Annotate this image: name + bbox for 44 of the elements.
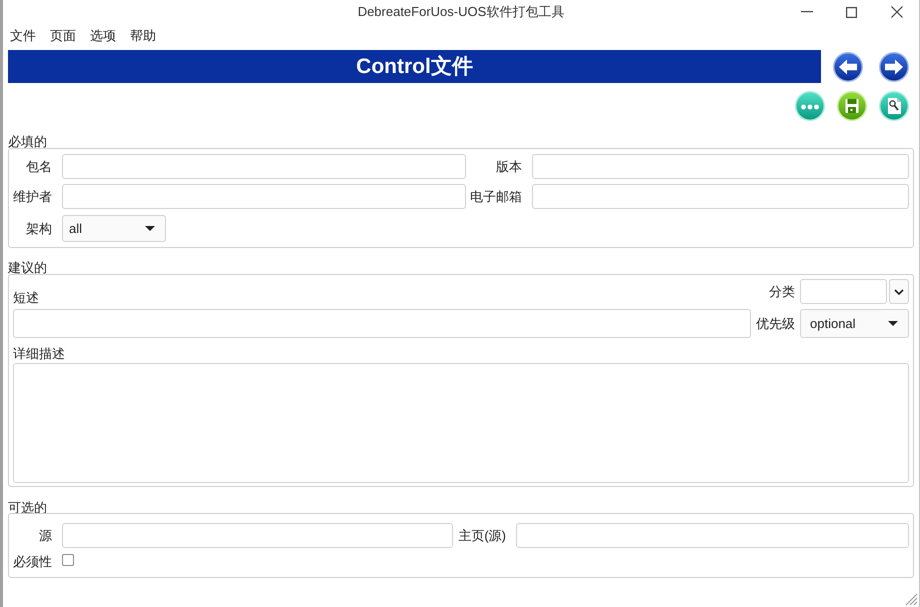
field-label: 主页(源) <box>458 528 506 544</box>
combo-field[interactable] <box>800 279 887 304</box>
save-icon[interactable] <box>837 91 867 121</box>
page-title-banner: Control文件 <box>8 50 821 83</box>
text-field[interactable] <box>532 154 909 179</box>
field-label: 架构 <box>26 220 52 236</box>
window-title: DebreateForUos-UOS软件打包工具 <box>358 4 564 20</box>
section-title: 建议的 <box>8 260 47 275</box>
right-arrow-icon[interactable] <box>879 52 909 82</box>
field-label: 版本 <box>496 158 522 174</box>
left-arrow-icon[interactable] <box>833 52 863 82</box>
document-search-icon[interactable] <box>879 91 909 121</box>
field-label: 源 <box>39 528 52 544</box>
chevron-down-icon <box>894 288 904 294</box>
text-field[interactable] <box>13 309 751 338</box>
menu-item[interactable]: 页面 <box>50 28 76 44</box>
menu-item[interactable]: 选项 <box>90 28 116 44</box>
menu-item[interactable]: 文件 <box>10 28 36 44</box>
text-field[interactable] <box>62 523 453 548</box>
field-label: 包名 <box>26 158 52 174</box>
caret-icon <box>145 226 155 231</box>
text-field[interactable] <box>62 154 466 179</box>
menu-item[interactable]: 帮助 <box>130 28 156 44</box>
section-title: 必填的 <box>8 134 47 149</box>
dropdown-button[interactable] <box>889 279 909 304</box>
text-field[interactable] <box>62 184 466 209</box>
more-icon[interactable] <box>795 91 825 121</box>
field-label: 详细描述 <box>13 346 65 362</box>
resize-grip-icon[interactable] <box>904 592 918 606</box>
maximize-icon[interactable] <box>846 6 857 18</box>
field-label: 必须性 <box>13 554 52 570</box>
close-icon[interactable] <box>890 6 902 18</box>
dropdown[interactable]: optional <box>800 309 909 338</box>
field-label: 维护者 <box>13 188 52 204</box>
field-label: 短述 <box>13 290 39 306</box>
field-label: 分类 <box>769 284 796 300</box>
text-field[interactable] <box>532 184 909 209</box>
minimize-icon[interactable] <box>800 11 812 13</box>
dropdown[interactable]: all <box>62 215 166 242</box>
caret-icon <box>888 321 898 326</box>
text-field[interactable] <box>516 523 909 548</box>
field-label: 电子邮箱 <box>470 188 522 204</box>
field-label: 优先级 <box>756 316 795 332</box>
checkbox[interactable] <box>62 554 74 566</box>
